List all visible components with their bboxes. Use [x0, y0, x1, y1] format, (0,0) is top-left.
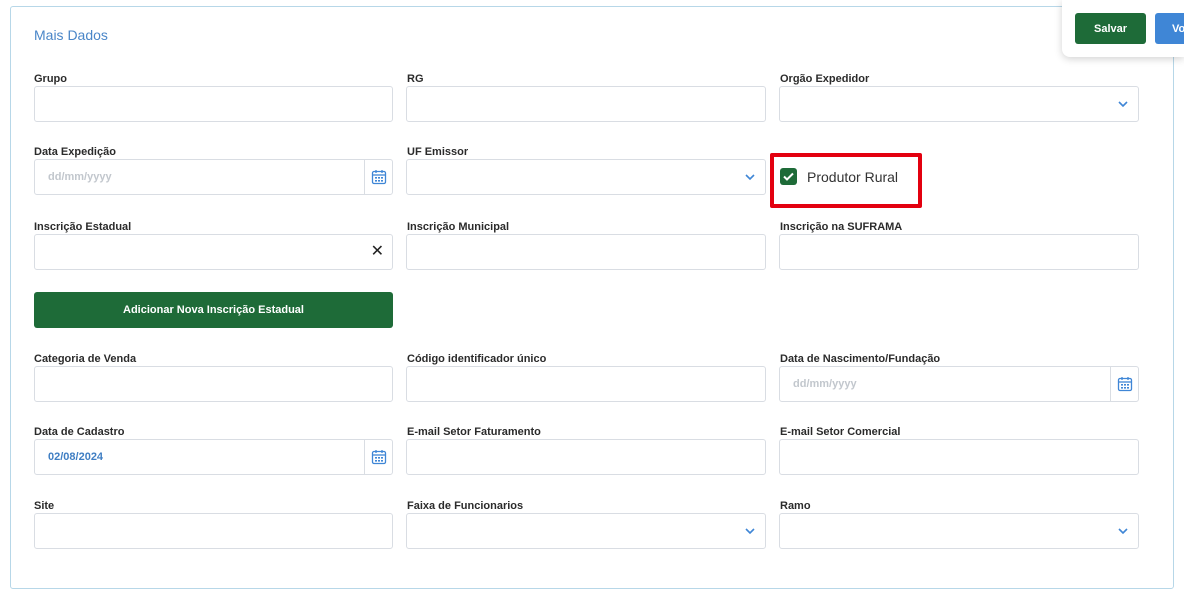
- add-inscricao-estadual-button[interactable]: Adicionar Nova Inscrição Estadual: [34, 292, 393, 328]
- data-nascimento-label: Data de Nascimento/Fundação: [780, 353, 941, 365]
- inscricao-estadual-label: Inscrição Estadual: [34, 221, 132, 233]
- uf-emissor-select[interactable]: [406, 159, 766, 195]
- faixa-funcionarios-label: Faixa de Funcionarios: [407, 500, 524, 512]
- inscricao-suframa-input[interactable]: [779, 234, 1139, 270]
- site-label: Site: [34, 500, 55, 512]
- produtor-rural-label[interactable]: Produtor Rural: [807, 169, 898, 185]
- data-expedicao-label: Data Expedição: [34, 146, 116, 158]
- ramo-select[interactable]: [779, 513, 1139, 549]
- ramo-label: Ramo: [780, 500, 811, 512]
- calendar-icon: [371, 170, 386, 185]
- grupo-input[interactable]: [34, 86, 393, 122]
- data-expedicao-input[interactable]: dd/mm/yyyy: [34, 159, 393, 195]
- chevron-down-icon: [1118, 101, 1128, 108]
- rg-label: RG: [407, 73, 424, 85]
- inscricao-municipal-label: Inscrição Municipal: [407, 221, 510, 233]
- data-nascimento-calendar-button[interactable]: [1110, 367, 1138, 401]
- faixa-funcionarios-select[interactable]: [406, 513, 766, 549]
- back-button[interactable]: Vo: [1155, 13, 1184, 44]
- codigo-identificador-label: Código identificador único: [407, 353, 547, 365]
- site-input[interactable]: [34, 513, 393, 549]
- email-faturamento-input[interactable]: [406, 439, 766, 475]
- email-comercial-label: E-mail Setor Comercial: [780, 426, 901, 438]
- data-expedicao-calendar-button[interactable]: [364, 160, 392, 194]
- rg-input[interactable]: [406, 86, 766, 122]
- inscricao-suframa-label: Inscrição na SUFRAMA: [780, 221, 903, 233]
- orgao-expedidor-label: Orgão Expedidor: [780, 73, 870, 85]
- chevron-down-icon: [745, 174, 755, 181]
- codigo-identificador-input[interactable]: [406, 366, 766, 402]
- email-faturamento-label: E-mail Setor Faturamento: [407, 426, 541, 438]
- data-cadastro-calendar-button[interactable]: [364, 440, 392, 474]
- check-icon: [783, 172, 794, 181]
- chevron-down-icon: [1118, 528, 1128, 535]
- data-nascimento-input[interactable]: dd/mm/yyyy: [779, 366, 1139, 402]
- categoria-venda-input[interactable]: [34, 366, 393, 402]
- categoria-venda-label: Categoria de Venda: [34, 353, 137, 365]
- calendar-icon: [1117, 377, 1132, 392]
- data-cadastro-label: Data de Cadastro: [34, 426, 125, 438]
- save-button[interactable]: Salvar: [1075, 13, 1146, 44]
- uf-emissor-label: UF Emissor: [407, 146, 469, 158]
- calendar-icon: [371, 450, 386, 465]
- data-cadastro-input[interactable]: 02/08/2024: [34, 439, 393, 475]
- inscricao-municipal-input[interactable]: [406, 234, 766, 270]
- close-icon[interactable]: ✕: [371, 244, 384, 260]
- data-nascimento-placeholder: dd/mm/yyyy: [793, 378, 857, 390]
- grupo-label: Grupo: [34, 73, 67, 85]
- produtor-rural-checkbox[interactable]: [780, 168, 797, 185]
- orgao-expedidor-select[interactable]: [779, 86, 1139, 122]
- section-title: Mais Dados: [34, 27, 108, 43]
- data-expedicao-placeholder: dd/mm/yyyy: [48, 171, 112, 183]
- chevron-down-icon: [745, 528, 755, 535]
- data-cadastro-value: 02/08/2024: [48, 451, 104, 463]
- inscricao-estadual-input[interactable]: ✕: [34, 234, 393, 270]
- email-comercial-input[interactable]: [779, 439, 1139, 475]
